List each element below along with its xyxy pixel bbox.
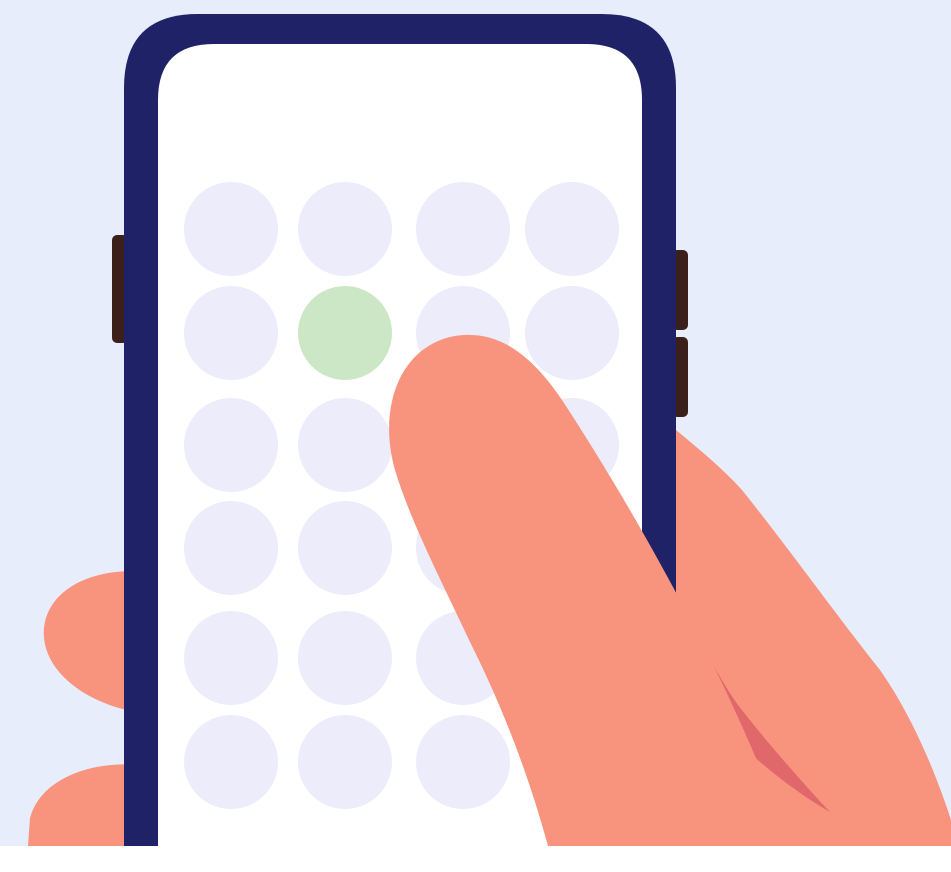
grid-dot [184, 501, 278, 595]
hand-holding-phone-illustration [0, 0, 951, 872]
grid-dot [184, 715, 278, 809]
grid-dot [525, 286, 619, 380]
grid-dot [298, 182, 392, 276]
grid-dot [525, 182, 619, 276]
grid-dot [416, 182, 510, 276]
grid-dot [416, 715, 510, 809]
grid-dot [298, 501, 392, 595]
grid-dot [184, 611, 278, 705]
grid-dot [298, 715, 392, 809]
grid-dot [298, 398, 392, 492]
bottom-strip [0, 846, 951, 872]
grid-dot [298, 611, 392, 705]
grid-dot-highlighted [298, 286, 392, 380]
grid-dot [184, 182, 278, 276]
grid-dot [184, 286, 278, 380]
grid-dot [184, 398, 278, 492]
illustration-stage [0, 0, 951, 872]
